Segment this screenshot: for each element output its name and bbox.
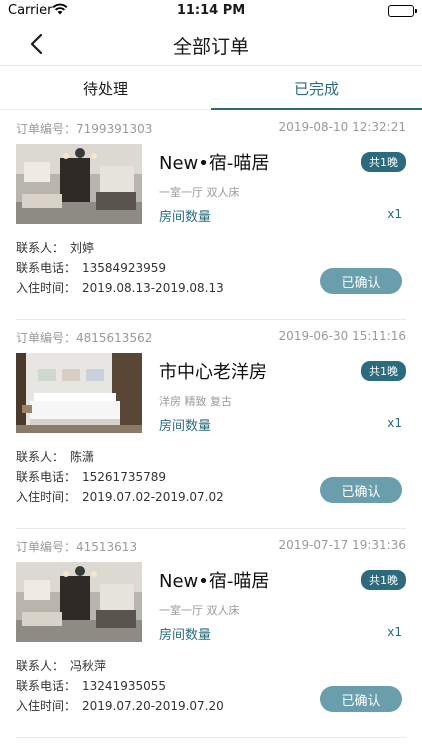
room-photo <box>16 144 142 224</box>
battery-icon <box>388 5 417 17</box>
checkin-dates: 2019.07.02-2019.07.02 <box>82 490 224 504</box>
phone-label: 联系电话： <box>16 470 77 484</box>
contact-row: 联系人： 刘婷 <box>16 238 94 258</box>
contact-row: 联系人： 陈潇 <box>16 447 94 467</box>
phone-number: 13584923959 <box>82 261 166 275</box>
contact-label: 联系人： <box>16 659 65 673</box>
phone-label: 联系电话： <box>16 261 77 275</box>
confirmed-button[interactable]: 已确认 <box>320 686 402 712</box>
order-card[interactable]: 订单编号：41513613 2019-07-17 19:31:36 New•宿-… <box>0 529 422 738</box>
clock: 11:14 PM <box>176 3 246 18</box>
order-tabs: 待处理 已完成 <box>0 67 422 110</box>
room-tags: 一室一厅 双人床 <box>159 186 240 199</box>
checkin-label: 入住时间： <box>16 490 77 504</box>
contact-label: 联系人： <box>16 450 65 464</box>
room-name: 市中心老洋房 <box>159 362 267 383</box>
room-quantity-value: x1 <box>387 207 402 221</box>
room-quantity-value: x1 <box>387 625 402 639</box>
confirmed-button[interactable]: 已确认 <box>320 477 402 503</box>
phone-row: 联系电话： 13584923959 <box>16 258 166 278</box>
tab-pending[interactable]: 待处理 <box>0 67 211 110</box>
phone-number: 13241935055 <box>82 679 166 693</box>
confirmed-button[interactable]: 已确认 <box>320 268 402 294</box>
order-number: 订单编号：4815613562 <box>16 331 153 345</box>
room-quantity-value: x1 <box>387 416 402 430</box>
contact-row: 联系人： 冯秋萍 <box>16 656 106 676</box>
status-bar: Carrier 11:14 PM <box>0 0 422 22</box>
room-name: New•宿-喵居 <box>159 571 270 592</box>
order-date: 2019-06-30 15:11:16 <box>278 329 406 343</box>
order-number: 订单编号：41513613 <box>16 540 138 554</box>
page-title: 全部订单 <box>172 36 249 58</box>
nights-badge: 共1晚 <box>361 152 406 172</box>
room-photo <box>16 353 142 433</box>
room-name: New•宿-喵居 <box>159 153 270 174</box>
room-photo <box>16 562 142 642</box>
room-quantity-label: 房间数量 <box>159 628 212 643</box>
nights-badge: 共1晚 <box>361 361 406 381</box>
order-card[interactable]: 订单编号：7199391303 2019-08-10 12:32:21 New•… <box>0 111 422 320</box>
room-quantity-label: 房间数量 <box>159 419 212 434</box>
contact-name: 陈潇 <box>70 450 95 464</box>
room-tags: 一室一厅 双人床 <box>159 604 240 617</box>
navigation-bar: 全部订单 <box>0 22 422 66</box>
tab-completed[interactable]: 已完成 <box>211 67 422 110</box>
checkin-row: 入住时间： 2019.08.13-2019.08.13 <box>16 278 224 298</box>
contact-name: 刘婷 <box>70 241 95 255</box>
phone-number: 15261735789 <box>82 470 166 484</box>
checkin-row: 入住时间： 2019.07.20-2019.07.20 <box>16 696 224 716</box>
contact-name: 冯秋萍 <box>70 659 107 673</box>
active-tab-indicator <box>211 108 422 110</box>
divider <box>16 737 406 738</box>
nights-badge: 共1晚 <box>361 570 406 590</box>
phone-row: 联系电话： 13241935055 <box>16 676 166 696</box>
order-date: 2019-08-10 12:32:21 <box>278 120 406 134</box>
checkin-dates: 2019.07.20-2019.07.20 <box>82 699 224 713</box>
phone-row: 联系电话： 15261735789 <box>16 467 166 487</box>
checkin-dates: 2019.08.13-2019.08.13 <box>82 281 224 295</box>
contact-label: 联系人： <box>16 241 65 255</box>
room-tags: 洋房 精致 复古 <box>159 395 232 408</box>
order-number: 订单编号：7199391303 <box>16 122 153 136</box>
checkin-label: 入住时间： <box>16 281 77 295</box>
order-card[interactable]: 订单编号：4815613562 2019-06-30 15:11:16 市中心老… <box>0 320 422 529</box>
checkin-row: 入住时间： 2019.07.02-2019.07.02 <box>16 487 224 507</box>
room-quantity-label: 房间数量 <box>159 210 212 225</box>
checkin-label: 入住时间： <box>16 699 77 713</box>
order-date: 2019-07-17 19:31:36 <box>278 538 406 552</box>
phone-label: 联系电话： <box>16 679 77 693</box>
